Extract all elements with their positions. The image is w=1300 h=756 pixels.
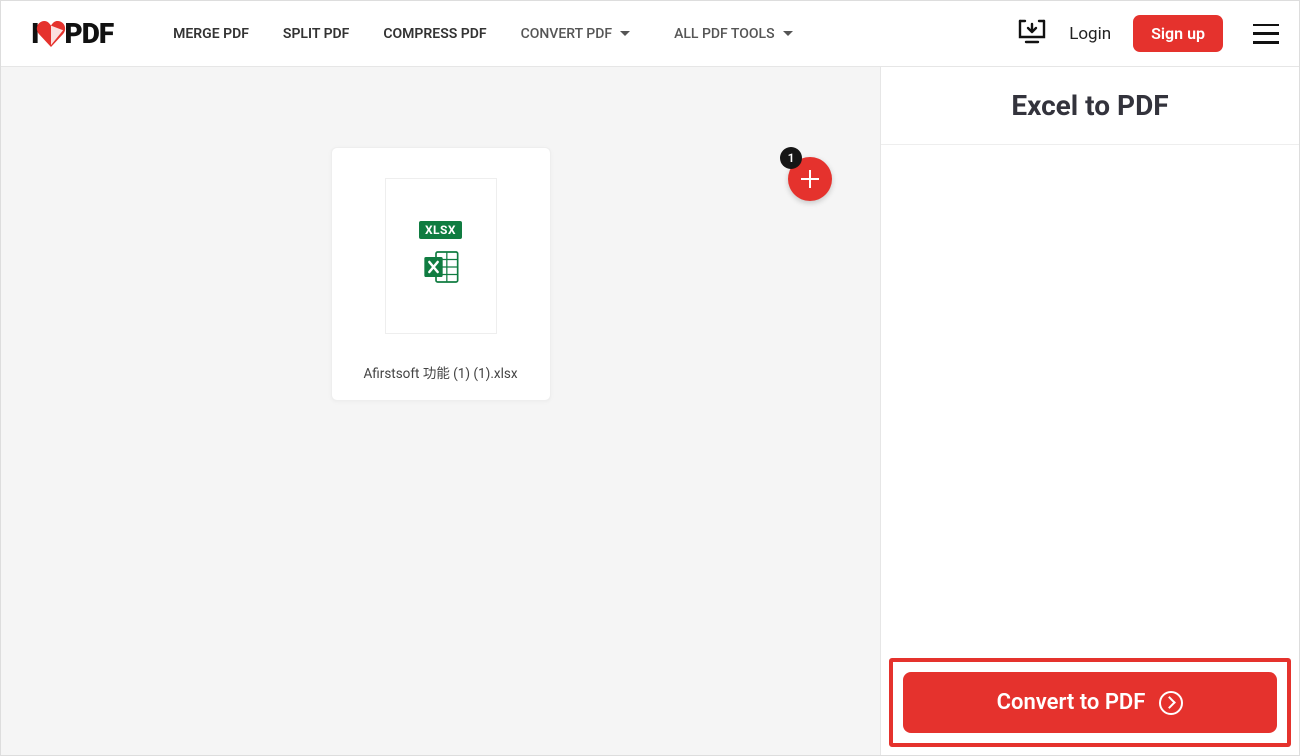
- convert-to-pdf-button[interactable]: Convert to PDF: [903, 672, 1277, 733]
- options-sidebar: Excel to PDF Convert to PDF: [881, 67, 1299, 755]
- logo[interactable]: I PDF: [31, 17, 113, 50]
- add-file-button[interactable]: 1: [788, 157, 832, 201]
- signup-button[interactable]: Sign up: [1133, 15, 1223, 52]
- chevron-down-icon: [620, 31, 630, 36]
- arrow-right-circle-icon: [1159, 691, 1183, 715]
- chevron-down-icon: [783, 31, 793, 36]
- nav-split-pdf[interactable]: SPLIT PDF: [283, 26, 349, 42]
- sidebar-title: Excel to PDF: [881, 67, 1299, 145]
- file-count-badge: 1: [780, 147, 802, 169]
- convert-label: Convert to PDF: [997, 690, 1146, 715]
- logo-text-right: PDF: [64, 17, 113, 50]
- nav-convert-label: CONVERT PDF: [521, 26, 612, 42]
- nav-all-pdf-tools[interactable]: ALL PDF TOOLS: [674, 26, 793, 42]
- convert-highlight: Convert to PDF: [889, 658, 1291, 747]
- nav-compress-pdf[interactable]: COMPRESS PDF: [383, 26, 486, 42]
- header-right: Login Sign up: [1017, 15, 1279, 52]
- main-nav: MERGE PDF SPLIT PDF COMPRESS PDF CONVERT…: [173, 26, 792, 42]
- file-name: Afirstsoft 功能 (1) (1).xlsx: [344, 362, 538, 382]
- nav-all-tools-label: ALL PDF TOOLS: [674, 26, 775, 42]
- file-drop-area[interactable]: XLSX Afirstsoft 功能 (1) (1).xlsx 1: [1, 67, 881, 755]
- sidebar-body: [881, 145, 1299, 658]
- download-desktop-icon[interactable]: [1017, 18, 1047, 50]
- content: XLSX Afirstsoft 功能 (1) (1).xlsx 1: [1, 67, 1299, 755]
- top-nav: I PDF MERGE PDF SPLIT PDF COMPRESS PDF C…: [1, 1, 1299, 67]
- nav-merge-pdf[interactable]: MERGE PDF: [173, 26, 249, 42]
- file-thumbnail: XLSX: [385, 178, 497, 334]
- nav-convert-pdf[interactable]: CONVERT PDF: [521, 26, 630, 42]
- file-card[interactable]: XLSX Afirstsoft 功能 (1) (1).xlsx: [331, 147, 551, 401]
- file-type-badge: XLSX: [419, 221, 462, 239]
- menu-icon[interactable]: [1253, 24, 1279, 44]
- login-link[interactable]: Login: [1069, 24, 1111, 44]
- excel-icon: [421, 247, 461, 291]
- heart-icon: [36, 21, 66, 47]
